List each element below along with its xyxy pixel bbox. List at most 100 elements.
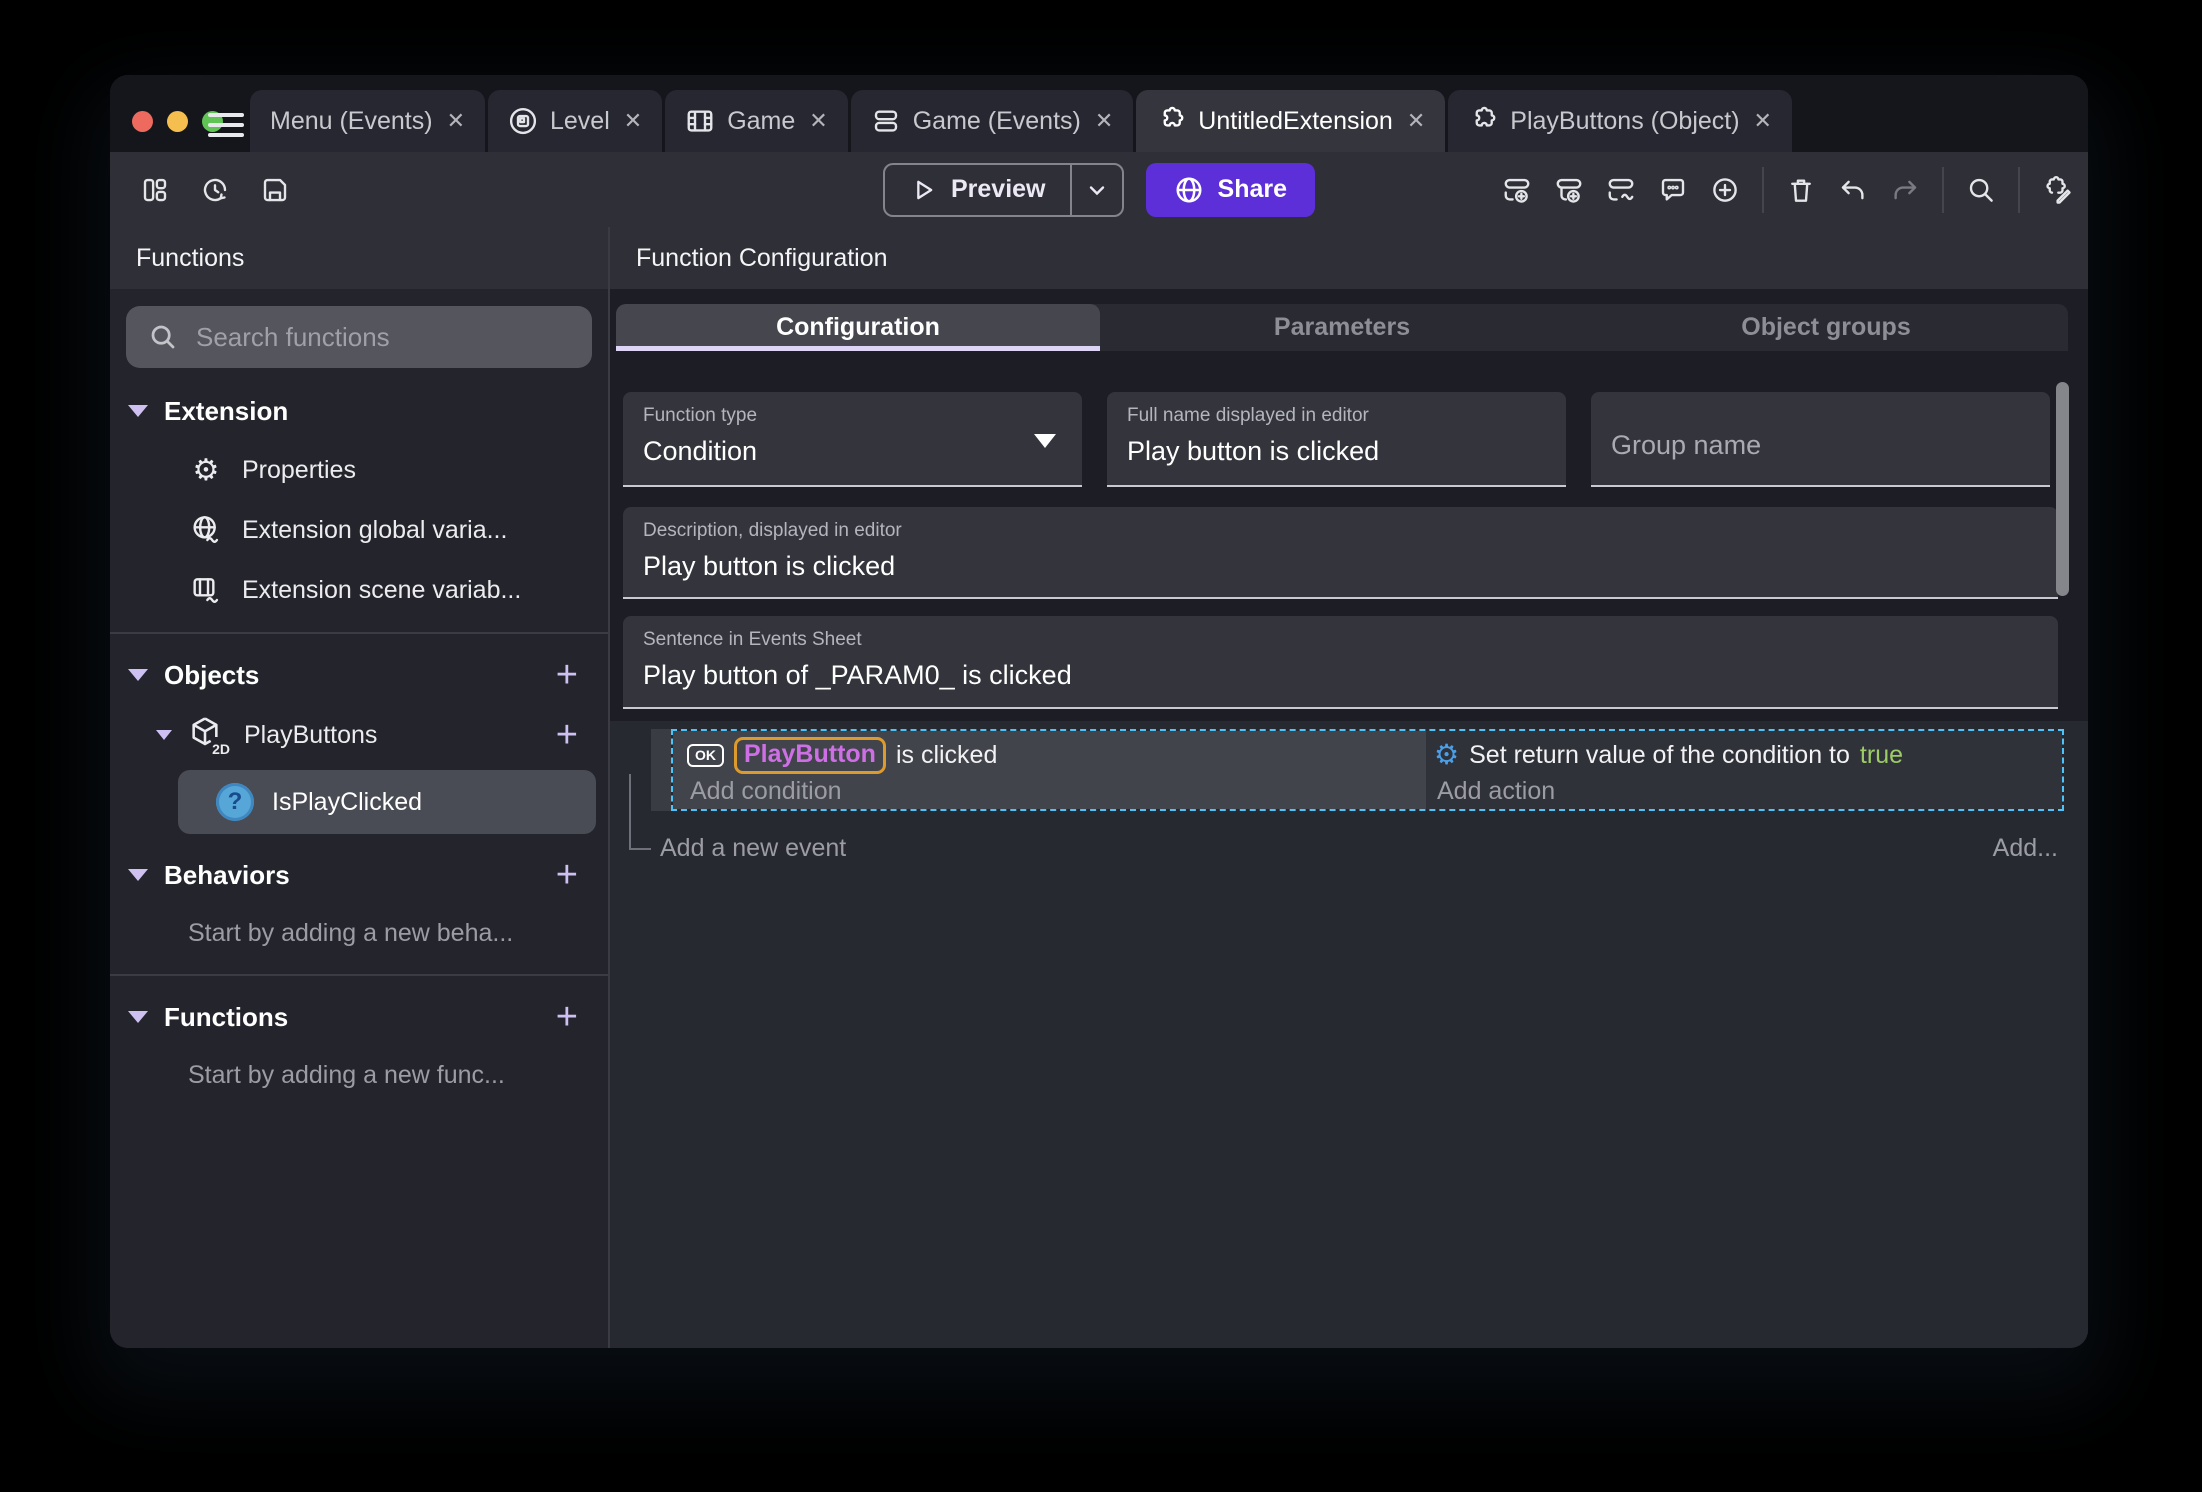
preview-label: Preview (951, 175, 1046, 203)
sentence-field[interactable]: Sentence in Events Sheet Play button of … (623, 616, 2058, 709)
search-functions-input[interactable] (196, 321, 570, 353)
sidebar-item-extension-global-variables[interactable]: Extension global varia... (110, 500, 608, 560)
add-more-button[interactable]: Add... (1993, 834, 2058, 863)
section-objects[interactable]: Objects + (110, 646, 608, 704)
condition-object-name[interactable]: PlayButton (734, 736, 886, 774)
sidebar-item-playbuttons[interactable]: 2D PlayButtons + (110, 704, 608, 766)
function-type-select[interactable]: Function type Condition (623, 392, 1082, 487)
add-function-button[interactable]: + (556, 998, 578, 1036)
sidebar-header: Functions (110, 227, 608, 289)
close-icon[interactable]: ✕ (1754, 108, 1772, 134)
editor-tabs: Menu (Events) ✕ Level ✕ Game ✕ Game (Eve… (250, 90, 1795, 152)
add-action-button[interactable]: Add action (1434, 777, 2062, 806)
action-value-true[interactable]: true (1860, 741, 1903, 770)
object-2d-icon: 2D (188, 715, 230, 757)
preview-button[interactable]: Preview (883, 162, 1124, 217)
add-object-button[interactable]: + (556, 656, 578, 694)
minimize-window-button[interactable] (167, 111, 188, 132)
tab-label: Game (Events) (912, 106, 1081, 135)
tab-label: PlayButtons (Object) (1510, 106, 1740, 135)
search-icon[interactable] (1966, 175, 1996, 205)
section-extension[interactable]: Extension (110, 382, 608, 440)
description-field[interactable]: Description, displayed in editor Play bu… (623, 507, 2058, 599)
search-functions-box[interactable] (126, 306, 592, 368)
add-condition-button[interactable]: Add condition (687, 777, 1426, 806)
redo-icon[interactable] (1890, 175, 1920, 205)
tab-configuration[interactable]: Configuration (616, 304, 1100, 351)
toolbar-separator (2018, 166, 2020, 213)
chevron-expanded-icon[interactable] (128, 869, 148, 881)
save-icon[interactable] (260, 175, 290, 205)
add-comment-icon[interactable] (1658, 175, 1688, 205)
sidebar-item-properties[interactable]: ⚙ Properties (110, 440, 608, 500)
close-icon[interactable]: ✕ (447, 108, 465, 134)
chevron-expanded-icon[interactable] (128, 405, 148, 417)
tab-level[interactable]: Level ✕ (488, 90, 663, 152)
add-subevent-icon[interactable] (1554, 175, 1584, 205)
main-header-title: Function Configuration (636, 243, 888, 272)
gdevelop-window: Menu (Events) ✕ Level ✕ Game ✕ Game (Eve… (110, 75, 2088, 1348)
configuration-tabs: Configuration Parameters Object groups (616, 304, 2068, 351)
vertical-scrollbar[interactable] (2056, 382, 2069, 596)
trash-icon[interactable] (1786, 175, 1816, 205)
puzzle-icon (1156, 106, 1186, 136)
close-icon[interactable]: ✕ (624, 108, 642, 134)
close-icon[interactable]: ✕ (1407, 108, 1425, 134)
builtin-action-gear-icon: ⚙ (1434, 739, 1460, 770)
version-history-icon[interactable] (200, 175, 230, 205)
behaviors-empty-hint: Start by adding a new beha... (188, 918, 514, 947)
play-icon (917, 180, 933, 199)
add-behavior-button[interactable]: + (556, 856, 578, 894)
circle-add-icon[interactable] (1710, 175, 1740, 205)
events-sheet[interactable]: OK PlayButton is clicked Add condition ⚙… (610, 721, 2088, 1348)
sidebar-item-isplayclicked-selected[interactable]: ? IsPlayClicked (178, 770, 596, 834)
field-label: Full name displayed in editor (1127, 405, 1369, 426)
sidebar-title: Functions (136, 243, 245, 272)
sidebar-item-extension-scene-variables[interactable]: Extension scene variab... (110, 560, 608, 620)
chevron-expanded-icon[interactable] (128, 669, 148, 681)
event-actions-cell[interactable]: ⚙ Set return value of the condition to t… (1426, 731, 2062, 809)
tab-playbuttons-object[interactable]: PlayButtons (Object) ✕ (1448, 90, 1792, 152)
toolbar-separator (1942, 166, 1944, 213)
add-event-icon[interactable] (1502, 175, 1532, 205)
action-text[interactable]: Set return value of the condition to (1469, 741, 1850, 770)
item-label: PlayButtons (244, 720, 378, 749)
tab-untitled-extension[interactable]: UntitledExtension ✕ (1136, 90, 1446, 152)
function-configuration-panel: Function Configuration Configuration Par… (608, 227, 2088, 1348)
chevron-expanded-icon[interactable] (156, 730, 172, 740)
tab-label: Level (550, 106, 610, 135)
field-label: Group name (1611, 429, 1762, 460)
add-new-event-button[interactable]: Add a new event (660, 834, 846, 863)
scene-variable-icon (193, 578, 219, 603)
tab-menu-events[interactable]: Menu (Events) ✕ (250, 90, 485, 152)
add-other-event-icon[interactable] (1606, 175, 1636, 205)
chevron-expanded-icon[interactable] (128, 1011, 148, 1023)
close-icon[interactable]: ✕ (809, 108, 827, 134)
section-functions[interactable]: Functions + (110, 988, 608, 1046)
main-header: Function Configuration (610, 227, 2088, 289)
tab-parameters[interactable]: Parameters (1100, 304, 1584, 351)
condition-text[interactable]: is clicked (896, 741, 997, 770)
main-menu-icon[interactable] (208, 113, 244, 143)
tab-game-events[interactable]: Game (Events) ✕ (850, 90, 1134, 152)
field-value: Play button is clicked (1127, 436, 1380, 466)
tab-label: UntitledExtension (1198, 106, 1393, 135)
item-label: Properties (242, 455, 356, 484)
full-name-field[interactable]: Full name displayed in editor Play butto… (1107, 392, 1566, 487)
event-drag-handle[interactable] (651, 729, 671, 811)
item-label: IsPlayClicked (272, 787, 423, 816)
section-behaviors[interactable]: Behaviors + (110, 846, 608, 904)
share-button[interactable]: Share (1145, 162, 1315, 217)
undo-icon[interactable] (1838, 175, 1868, 205)
tab-object-groups[interactable]: Object groups (1584, 304, 2068, 351)
event-conditions-cell[interactable]: OK PlayButton is clicked Add condition (673, 731, 1426, 809)
event-selected[interactable]: OK PlayButton is clicked Add condition ⚙… (651, 729, 2064, 811)
add-object-function-button[interactable]: + (556, 716, 578, 754)
preview-options-button[interactable] (1069, 164, 1122, 215)
panels-layout-icon[interactable] (140, 175, 170, 205)
close-icon[interactable]: ✕ (1095, 108, 1113, 134)
close-window-button[interactable] (132, 111, 153, 132)
group-name-field[interactable]: Group name (1591, 392, 2050, 487)
tab-game[interactable]: Game ✕ (665, 90, 848, 152)
edit-extension-icon[interactable] (2042, 175, 2072, 205)
